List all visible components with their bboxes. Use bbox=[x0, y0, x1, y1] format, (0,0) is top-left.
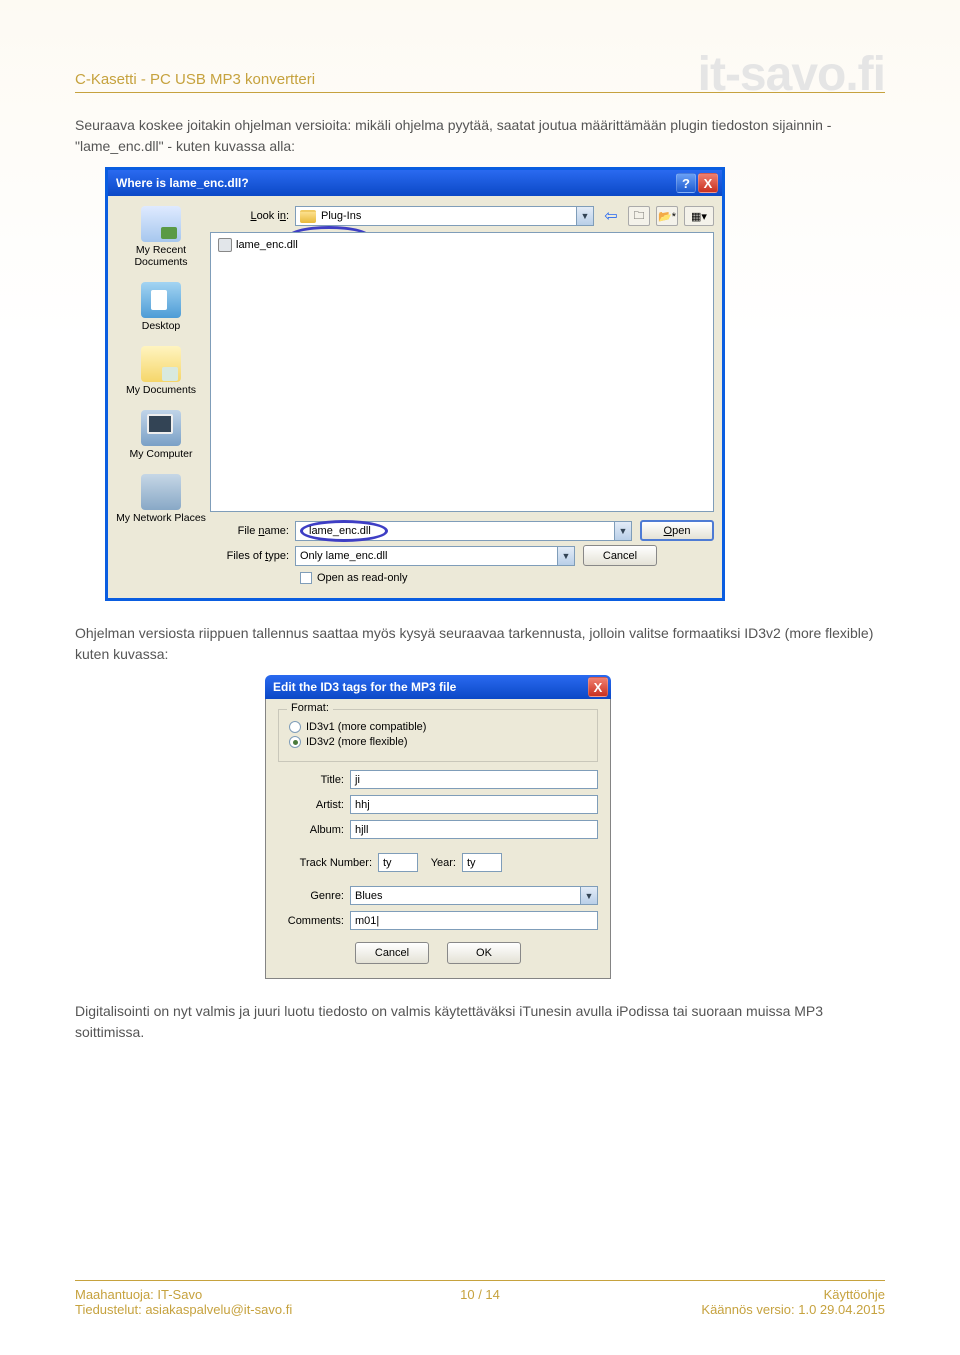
readonly-checkbox[interactable] bbox=[300, 572, 312, 584]
filetype-label: Files of type: bbox=[210, 550, 295, 562]
page-number: 10 / 14 bbox=[460, 1287, 500, 1302]
filename-text: lame_enc.dll bbox=[236, 239, 298, 251]
title-label: Title: bbox=[278, 774, 350, 786]
chevron-down-icon[interactable]: ▼ bbox=[580, 887, 597, 904]
help-button[interactable]: ? bbox=[676, 173, 696, 193]
page-header: C-Kasetti - PC USB MP3 konvertteri it-sa… bbox=[75, 50, 885, 93]
comments-label: Comments: bbox=[278, 915, 350, 927]
doc-type: Käyttöohje bbox=[701, 1287, 885, 1302]
ok-button[interactable]: OK bbox=[447, 942, 521, 964]
dialog1-title: Where is lame_enc.dll? bbox=[116, 176, 249, 190]
list-item[interactable]: lame_enc.dll bbox=[215, 237, 709, 253]
dialog1-titlebar: Where is lame_enc.dll? ? X bbox=[108, 170, 722, 196]
page-footer: Maahantuoja: IT-Savo Tiedustelut: asiaka… bbox=[75, 1280, 885, 1317]
place-mydocs[interactable]: My Documents bbox=[116, 346, 206, 396]
importer: Maahantuoja: IT-Savo bbox=[75, 1287, 292, 1302]
album-input[interactable]: hjll bbox=[350, 820, 598, 839]
dialog2-title: Edit the ID3 tags for the MP3 file bbox=[273, 680, 456, 694]
radio-label: ID3v2 (more flexible) bbox=[306, 736, 407, 748]
dialog2-titlebar: Edit the ID3 tags for the MP3 file X bbox=[265, 675, 611, 699]
format-fieldset: Format: ID3v1 (more compatible) ID3v2 (m… bbox=[278, 709, 598, 762]
album-label: Album: bbox=[278, 824, 350, 836]
chevron-down-icon[interactable]: ▼ bbox=[614, 522, 631, 540]
place-mycomp-label: My Computer bbox=[116, 448, 206, 460]
chevron-down-icon[interactable]: ▼ bbox=[576, 207, 593, 225]
filetype-value: Only lame_enc.dll bbox=[300, 550, 387, 562]
place-desktop[interactable]: Desktop bbox=[116, 282, 206, 332]
id3-dialog: Edit the ID3 tags for the MP3 file X For… bbox=[265, 675, 611, 979]
cancel-button[interactable]: Cancel bbox=[355, 942, 429, 964]
filename-input[interactable]: lame_enc.dll ▼ bbox=[295, 521, 632, 541]
format-legend: Format: bbox=[287, 702, 333, 714]
year-input[interactable]: ty bbox=[462, 853, 502, 872]
nav-toolbar: ⇦ 🗀 📂* ▦▾ bbox=[600, 206, 714, 226]
views-icon[interactable]: ▦▾ bbox=[684, 206, 714, 226]
artist-label: Artist: bbox=[278, 799, 350, 811]
readonly-label: Open as read-only bbox=[317, 572, 408, 584]
up-folder-icon[interactable]: 🗀 bbox=[628, 206, 650, 226]
file-list[interactable]: lame_enc.dll bbox=[210, 232, 714, 512]
lookin-value: Plug-Ins bbox=[321, 210, 361, 222]
footer-left: Maahantuoja: IT-Savo Tiedustelut: asiaka… bbox=[75, 1287, 292, 1317]
close-button[interactable]: X bbox=[588, 677, 608, 697]
comments-input[interactable]: m01| bbox=[350, 911, 598, 930]
genre-combo[interactable]: Blues ▼ bbox=[350, 886, 598, 905]
open-button[interactable]: Open bbox=[640, 520, 714, 541]
back-icon[interactable]: ⇦ bbox=[600, 206, 622, 226]
file-icon bbox=[218, 238, 232, 252]
radio-icon[interactable] bbox=[289, 721, 301, 733]
filetype-combo[interactable]: Only lame_enc.dll ▼ bbox=[295, 546, 575, 566]
folder-icon bbox=[300, 210, 316, 223]
place-mydocs-label: My Documents bbox=[116, 384, 206, 396]
chevron-down-icon[interactable]: ▼ bbox=[557, 547, 574, 565]
paragraph-3: Digitalisointi on nyt valmis ja juuri lu… bbox=[75, 1001, 885, 1043]
radio-id3v1[interactable]: ID3v1 (more compatible) bbox=[289, 721, 587, 733]
highlight-circle-filename: lame_enc.dll bbox=[300, 520, 388, 542]
place-mynet-label: My Network Places bbox=[116, 512, 206, 524]
file-open-dialog: Where is lame_enc.dll? ? X My Recent Doc… bbox=[105, 167, 725, 601]
artist-input[interactable]: hhj bbox=[350, 795, 598, 814]
radio-id3v2[interactable]: ID3v2 (more flexible) bbox=[289, 736, 587, 748]
paragraph-2: Ohjelman versiosta riippuen tallennus sa… bbox=[75, 623, 885, 665]
title-input[interactable]: ji bbox=[350, 770, 598, 789]
doc-title: C-Kasetti - PC USB MP3 konvertteri bbox=[75, 71, 315, 88]
radio-icon[interactable] bbox=[289, 736, 301, 748]
doc-version: Käännös versio: 1.0 29.04.2015 bbox=[701, 1302, 885, 1317]
filename-label: File name: bbox=[210, 525, 295, 537]
place-recent[interactable]: My Recent Documents bbox=[116, 206, 206, 268]
brand-watermark: it-savo.fi bbox=[698, 56, 885, 94]
contact-email: Tiedustelut: asiakaspalvelu@it-savo.fi bbox=[75, 1302, 292, 1317]
filename-value: lame_enc.dll bbox=[309, 525, 371, 537]
genre-label: Genre: bbox=[278, 890, 350, 902]
place-mynet[interactable]: My Network Places bbox=[116, 474, 206, 524]
place-desktop-label: Desktop bbox=[116, 320, 206, 332]
track-input[interactable]: ty bbox=[378, 853, 418, 872]
radio-label: ID3v1 (more compatible) bbox=[306, 721, 426, 733]
paragraph-1: Seuraava koskee joitakin ohjelman versio… bbox=[75, 115, 885, 157]
cancel-button[interactable]: Cancel bbox=[583, 545, 657, 566]
year-label: Year: bbox=[418, 857, 462, 869]
place-recent-label: My Recent Documents bbox=[116, 244, 206, 268]
place-mycomp[interactable]: My Computer bbox=[116, 410, 206, 460]
lookin-combo[interactable]: Plug-Ins ▼ bbox=[295, 206, 594, 226]
track-label: Track Number: bbox=[278, 857, 378, 869]
close-button[interactable]: X bbox=[698, 173, 718, 193]
lookin-label: Look in: bbox=[210, 210, 295, 222]
new-folder-icon[interactable]: 📂* bbox=[656, 206, 678, 226]
footer-right: Käyttöohje Käännös versio: 1.0 29.04.201… bbox=[701, 1287, 885, 1317]
places-bar: My Recent Documents Desktop My Documents… bbox=[116, 206, 206, 584]
